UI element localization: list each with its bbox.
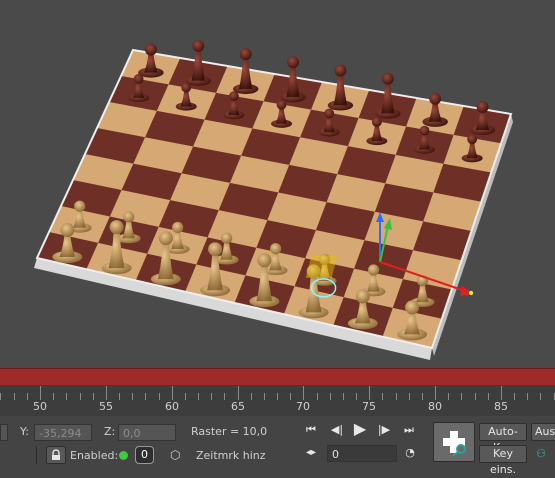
frame-label: 70 — [296, 400, 310, 413]
timeline-tick — [40, 386, 41, 400]
timeline-tick — [184, 393, 186, 400]
timeline-ruler[interactable]: 50 55 60 65 70 75 80 85 — [0, 385, 555, 417]
current-frame-spinner[interactable]: 0 — [327, 445, 397, 462]
timeline-tick — [553, 393, 555, 400]
timeline-tick — [461, 393, 463, 400]
time-config-icon[interactable]: ◔ — [402, 445, 418, 461]
timeline-tick — [474, 393, 476, 400]
go-to-end-icon[interactable]: ⏭ — [401, 422, 417, 438]
frame-label: 75 — [362, 400, 376, 413]
timeline-tick — [369, 386, 371, 400]
enabled-indicator — [119, 451, 128, 460]
y-label: Y: — [20, 425, 29, 438]
timeline-tick — [382, 393, 384, 400]
grid-spacing-label: Raster = 10,0 — [191, 425, 268, 438]
timeline-tick — [263, 393, 265, 400]
key-set-button[interactable]: Key eins. — [479, 445, 527, 476]
key-filter-icon[interactable]: ⚇ — [533, 446, 549, 462]
viewport-3d[interactable] — [0, 0, 555, 368]
next-frame-icon[interactable]: |▶ — [376, 422, 392, 438]
set-key-icon — [443, 431, 466, 457]
timeline-tick — [303, 386, 305, 400]
timeline-tick — [435, 386, 437, 400]
go-to-start-icon[interactable]: ⏮ — [303, 422, 319, 438]
frame-label: 65 — [231, 400, 245, 413]
timeline-tick — [342, 393, 344, 400]
timeline-tick — [145, 393, 147, 400]
timeline-tick — [527, 393, 529, 400]
timeline-tick — [105, 386, 107, 400]
z-coordinate-field[interactable]: 0,0 — [118, 424, 176, 441]
timeline-tick — [26, 393, 28, 400]
status-bar: Y: -35,294 Z: 0,0 Raster = 10,0 Enabled:… — [0, 416, 555, 476]
cube-icon[interactable]: ⬡ — [170, 448, 180, 462]
timeline-tick — [132, 393, 134, 400]
enabled-count[interactable]: 0 — [135, 446, 154, 464]
x-field[interactable] — [0, 424, 8, 441]
timeline-tick — [119, 393, 121, 400]
timeline-tick — [224, 393, 226, 400]
timeline-tick — [171, 386, 173, 400]
timeline-tick — [79, 393, 81, 400]
timeline-tick — [290, 393, 292, 400]
key-mode-icon[interactable]: ◂▸ — [303, 445, 319, 461]
frame-label: 60 — [165, 400, 179, 413]
timeline-tick — [421, 393, 423, 400]
timeline-tick — [211, 393, 213, 400]
z-label: Z: — [104, 425, 116, 438]
timeline-tick — [356, 393, 358, 400]
frame-label: 55 — [99, 400, 113, 413]
y-coordinate-field[interactable]: -35,294 — [34, 424, 92, 441]
timeline-tick — [448, 393, 450, 400]
timeline-tick — [514, 393, 516, 400]
timeline-tick — [487, 393, 489, 400]
frame-label: 80 — [428, 400, 442, 413]
frame-label: 50 — [33, 400, 47, 413]
add-time-tag[interactable]: Zeitmrk hinz — [196, 449, 266, 462]
timeline-tick — [13, 393, 15, 400]
chess-scene — [34, 39, 513, 360]
timeline-tick — [250, 393, 252, 400]
time-slider-track[interactable] — [0, 368, 555, 385]
timeline-tick — [158, 393, 160, 400]
frame-label: 85 — [494, 400, 508, 413]
set-key-button[interactable] — [433, 422, 475, 462]
prev-frame-icon[interactable]: ◀| — [329, 422, 345, 438]
lock-selection-button[interactable] — [46, 446, 66, 464]
lock-icon — [52, 449, 60, 460]
timeline-tick — [540, 393, 542, 400]
timeline-tick — [237, 386, 239, 400]
timeline-tick — [395, 393, 397, 400]
enabled-label: Enabled: — [70, 449, 119, 462]
timeline-tick — [0, 393, 2, 400]
timeline-tick — [92, 393, 94, 400]
timeline-tick — [500, 386, 502, 400]
timeline-tick — [408, 393, 410, 400]
auto-key-button[interactable]: Auto-Key — [479, 423, 527, 454]
timeline-tick — [66, 393, 68, 400]
timeline-tick — [198, 393, 200, 400]
cut-off-button[interactable]: Aus — [531, 423, 555, 441]
play-icon[interactable]: ▶ — [352, 421, 368, 437]
timeline-tick — [329, 393, 331, 400]
timeline-tick — [277, 393, 279, 400]
timeline-tick — [316, 393, 318, 400]
separator — [36, 446, 37, 464]
timeline-tick — [53, 393, 55, 400]
